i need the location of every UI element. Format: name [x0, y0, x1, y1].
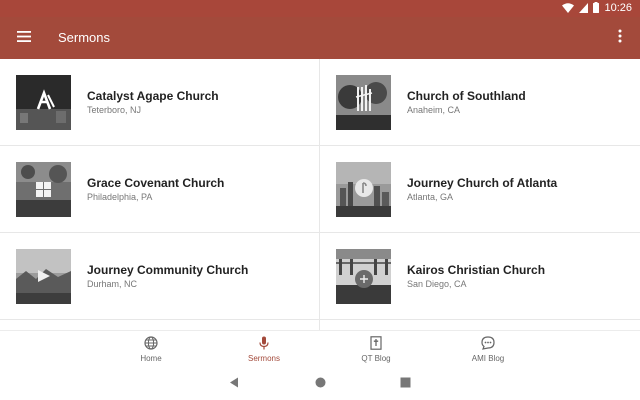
- more-vert-icon: [618, 29, 622, 48]
- church-name: Grace Covenant Church: [87, 176, 225, 190]
- church-name: Church of Southland: [407, 89, 526, 103]
- church-location: San Diego, CA: [407, 279, 467, 289]
- status-time: 10:26: [604, 2, 632, 14]
- list-row: [0, 320, 640, 330]
- status-bar: 10:26: [0, 0, 640, 17]
- status-icons: 10:26: [562, 0, 632, 18]
- church-thumbnail: [336, 75, 391, 130]
- app-bar: Sermons: [0, 17, 640, 59]
- church-thumbnail: [16, 249, 71, 304]
- signal-icon: [579, 0, 589, 18]
- list-row: Grace Covenant Church Philadelphia, PA J…: [0, 146, 640, 233]
- system-back-button[interactable]: [227, 377, 241, 391]
- list-row: Catalyst Agape Church Teterboro, NJ Chur…: [0, 59, 640, 146]
- church-name: Journey Community Church: [87, 263, 249, 277]
- globe-icon: [144, 336, 158, 350]
- nav-home[interactable]: Home: [111, 331, 191, 369]
- church-thumbnail: [16, 75, 71, 130]
- church-location: Philadelphia, PA: [87, 192, 153, 202]
- church-thumbnail: [16, 162, 71, 217]
- church-item-journey-atlanta[interactable]: Journey Church of Atlanta Atlanta, GA: [320, 146, 640, 233]
- recents-icon: [400, 375, 411, 393]
- nav-qt-blog[interactable]: QT Blog: [336, 331, 416, 369]
- church-thumbnail: [336, 249, 391, 304]
- system-home-button[interactable]: [313, 377, 327, 391]
- church-thumbnail: [336, 162, 391, 217]
- church-name: Journey Church of Atlanta: [407, 176, 558, 190]
- list-row: Journey Community Church Durham, NC Kair…: [0, 233, 640, 320]
- nav-sermons[interactable]: Sermons: [224, 331, 304, 369]
- church-list[interactable]: Catalyst Agape Church Teterboro, NJ Chur…: [0, 59, 640, 330]
- menu-icon: [17, 29, 31, 47]
- system-recents-button[interactable]: [398, 377, 412, 391]
- nav-label: Sermons: [247, 354, 280, 363]
- bottom-navigation: Home Sermons QT Blog AMI Blog: [0, 330, 640, 368]
- church-item-southland[interactable]: Church of Southland Anaheim, CA: [320, 59, 640, 146]
- back-icon: [229, 375, 239, 393]
- more-options-button[interactable]: [610, 26, 630, 50]
- church-item-kairos[interactable]: Kairos Christian Church San Diego, CA: [320, 233, 640, 320]
- nav-ami-blog[interactable]: AMI Blog: [448, 331, 528, 369]
- nav-label: QT Blog: [361, 354, 391, 363]
- menu-button[interactable]: [12, 26, 36, 50]
- microphone-icon: [257, 336, 271, 350]
- home-icon: [315, 375, 326, 393]
- church-name: Kairos Christian Church: [407, 263, 546, 277]
- church-name: Catalyst Agape Church: [87, 89, 219, 103]
- church-item-catalyst-agape[interactable]: Catalyst Agape Church Teterboro, NJ: [0, 59, 320, 146]
- wifi-icon: [562, 0, 575, 18]
- church-location: Atlanta, GA: [407, 192, 454, 202]
- church-location: Durham, NC: [87, 279, 138, 289]
- church-item-partial[interactable]: [0, 320, 320, 330]
- chat-bubble-icon: [481, 336, 495, 350]
- church-location: Teterboro, NJ: [87, 105, 142, 115]
- church-item-grace-covenant[interactable]: Grace Covenant Church Philadelphia, PA: [0, 146, 320, 233]
- church-item-partial[interactable]: [320, 320, 640, 330]
- church-item-journey-community[interactable]: Journey Community Church Durham, NC: [0, 233, 320, 320]
- nav-label: AMI Blog: [471, 354, 505, 363]
- system-navigation-bar: [0, 368, 640, 400]
- page-title: Sermons: [58, 30, 111, 45]
- battery-icon: [593, 0, 600, 18]
- bible-icon: [369, 336, 383, 350]
- church-location: Anaheim, CA: [407, 105, 461, 115]
- nav-label: Home: [140, 354, 162, 363]
